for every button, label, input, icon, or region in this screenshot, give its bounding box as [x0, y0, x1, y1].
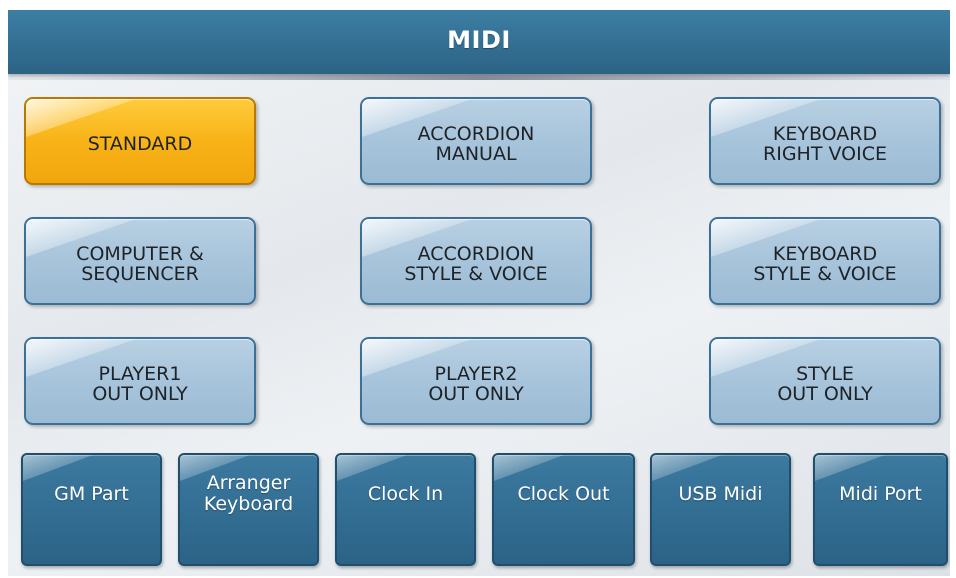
preset-label: STYLE OUT ONLY — [777, 363, 873, 405]
preset-label: KEYBOARD STYLE & VOICE — [753, 243, 897, 285]
tab-label: Midi Port — [839, 482, 922, 505]
preset-button-accordion-manual[interactable]: ACCORDION MANUAL — [360, 97, 592, 185]
preset-label: PLAYER1 OUT ONLY — [92, 363, 188, 405]
preset-button-keyboard-style-voice[interactable]: KEYBOARD STYLE & VOICE — [709, 217, 941, 305]
tab-arranger-keyboard[interactable]: Arranger Keyboard — [178, 453, 319, 566]
preset-button-standard[interactable]: STANDARD — [24, 97, 256, 185]
preset-label: ACCORDION STYLE & VOICE — [404, 243, 548, 285]
preset-button-accordion-style-voice[interactable]: ACCORDION STYLE & VOICE — [360, 217, 592, 305]
tab-midi-port[interactable]: Midi Port — [813, 453, 948, 566]
title-bar: MIDI — [8, 10, 950, 80]
preset-label: ACCORDION MANUAL — [417, 123, 535, 165]
preset-button-player2-out-only[interactable]: PLAYER2 OUT ONLY — [360, 337, 592, 425]
preset-button-computer-sequencer[interactable]: COMPUTER & SEQUENCER — [24, 217, 256, 305]
preset-label: PLAYER2 OUT ONLY — [428, 363, 524, 405]
tab-label: Arranger Keyboard — [203, 472, 294, 515]
preset-button-player1-out-only[interactable]: PLAYER1 OUT ONLY — [24, 337, 256, 425]
tab-label: Clock In — [367, 482, 444, 505]
preset-label: COMPUTER & SEQUENCER — [76, 243, 204, 285]
page-title: MIDI — [447, 26, 511, 54]
preset-label: STANDARD — [87, 133, 193, 155]
tab-gm-part[interactable]: GM Part — [21, 453, 162, 566]
tab-label: USB Midi — [678, 482, 763, 505]
preset-button-style-out-only[interactable]: STYLE OUT ONLY — [709, 337, 941, 425]
tab-label: GM Part — [54, 482, 129, 505]
tab-usb-midi[interactable]: USB Midi — [650, 453, 791, 566]
midi-screen: MIDI STANDARD ACCORDION MANUAL KEYBOARD … — [8, 10, 950, 576]
preset-label: KEYBOARD RIGHT VOICE — [763, 123, 887, 165]
tab-clock-out[interactable]: Clock Out — [492, 453, 635, 566]
preset-button-keyboard-right-voice[interactable]: KEYBOARD RIGHT VOICE — [709, 97, 941, 185]
tab-clock-in[interactable]: Clock In — [335, 453, 476, 566]
tab-label: Clock Out — [517, 482, 610, 505]
